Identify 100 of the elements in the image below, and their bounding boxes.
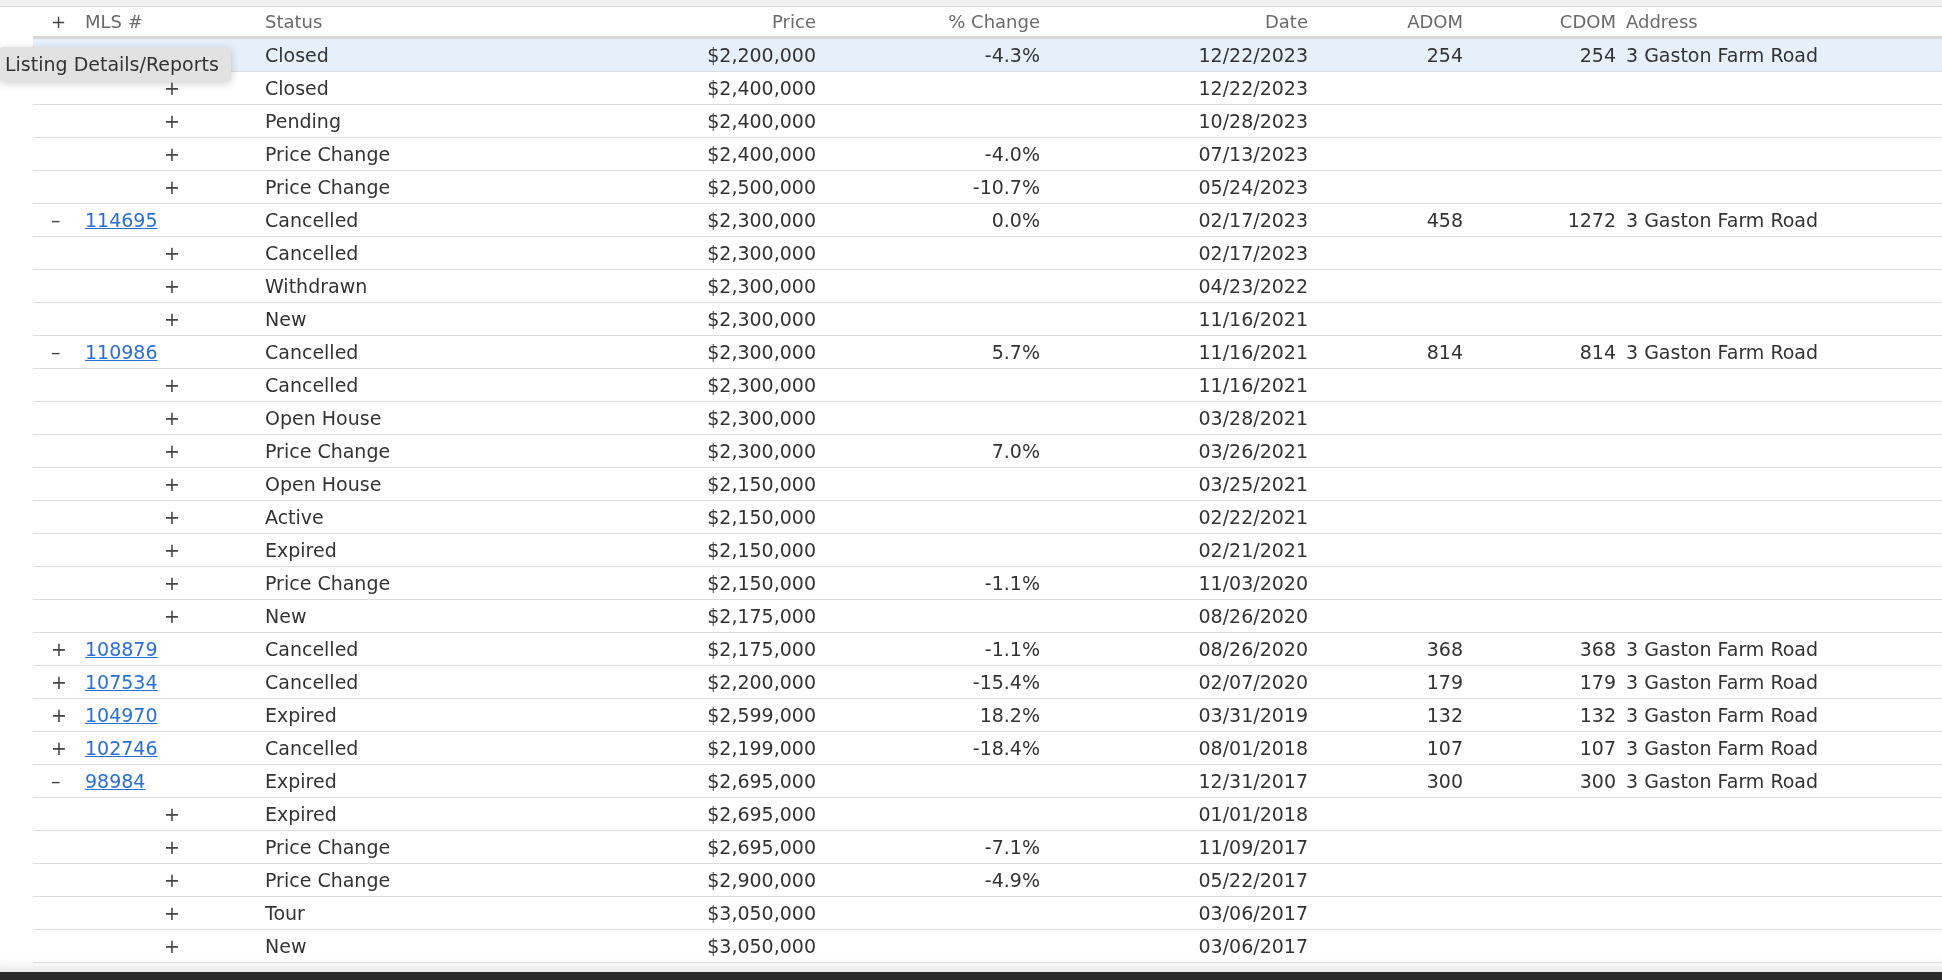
mls-link[interactable]: 110986 (85, 341, 158, 363)
listing-row[interactable]: + 104970 Expired $2,599,000 18.2% 03/31/2019 132 132 3 Gaston Farm Road (33, 699, 1942, 732)
history-row[interactable]: + Pending $2,400,000 10/28/2023 (33, 105, 1942, 138)
adom-header[interactable]: ADOM (1407, 11, 1463, 32)
history-row[interactable]: + Cancelled $2,300,000 02/17/2023 (33, 237, 1942, 270)
change-header[interactable]: % Change (948, 11, 1040, 32)
date-header[interactable]: Date (1264, 11, 1308, 32)
status-cell: Cancelled (265, 638, 359, 660)
expand-toggle[interactable]: + (164, 407, 180, 429)
status-cell: Cancelled (265, 242, 359, 264)
history-row[interactable]: + New $3,050,000 03/06/2017 (33, 930, 1942, 963)
status-cell: Cancelled (265, 737, 359, 759)
expand-toggle[interactable]: + (164, 869, 180, 891)
date-cell: 11/03/2020 (1198, 572, 1308, 594)
history-row[interactable]: + Price Change $2,500,000 -10.7% 05/24/2023 (33, 171, 1942, 204)
expand-toggle[interactable]: + (164, 572, 180, 594)
listing-row[interactable]: – 110986 Cancelled $2,300,000 5.7% 11/16/2021 814 814 3 Gaston Farm Road (33, 336, 1942, 369)
expand-toggle[interactable]: – (51, 341, 61, 363)
price-cell: $2,300,000 (707, 242, 816, 264)
mls-header[interactable]: MLS # (85, 11, 143, 32)
expand-toggle[interactable]: + (164, 176, 180, 198)
history-row[interactable]: + Price Change $2,900,000 -4.9% 05/22/2017 (33, 864, 1942, 897)
expand-toggle[interactable]: + (164, 440, 180, 462)
date-cell: 12/31/2017 (1198, 770, 1308, 792)
expand-toggle[interactable]: + (164, 242, 180, 264)
date-cell: 11/16/2021 (1198, 308, 1308, 330)
history-row[interactable]: + Price Change $2,400,000 -4.0% 07/13/2023 (33, 138, 1942, 171)
history-row[interactable]: + Cancelled $2,300,000 11/16/2021 (33, 369, 1942, 402)
status-header[interactable]: Status (265, 11, 323, 32)
address-cell-text: 3 Gaston Farm Road (1625, 209, 1819, 231)
mls-link[interactable]: 114695 (85, 209, 158, 231)
history-row[interactable]: + New $2,300,000 11/16/2021 (33, 303, 1942, 336)
history-row[interactable]: + Expired $2,695,000 01/01/2018 (33, 798, 1942, 831)
price-cell: $2,300,000 (707, 209, 816, 231)
status-cell: Tour (265, 902, 305, 924)
price-cell: $2,300,000 (707, 440, 816, 462)
date-cell: 03/26/2021 (1198, 440, 1308, 462)
mls-link[interactable]: 104970 (85, 704, 158, 726)
expand-toggle[interactable]: + (164, 836, 180, 858)
cdom-header[interactable]: CDOM (1559, 11, 1616, 32)
mls-link[interactable]: 107534 (85, 671, 158, 693)
address-cell-text: 3 Gaston Farm Road (1625, 638, 1819, 660)
expand-toggle[interactable]: + (164, 803, 180, 825)
expand-toggle[interactable]: + (164, 902, 180, 924)
expand-toggle[interactable]: + (164, 110, 180, 132)
change-cell: 7.0% (991, 440, 1040, 462)
history-row[interactable]: + Open House $2,300,000 03/28/2021 (33, 402, 1942, 435)
expand-toggle[interactable]: + (51, 704, 67, 726)
history-row[interactable]: + Price Change $2,695,000 -7.1% 11/09/2017 (33, 831, 1942, 864)
history-row[interactable]: + Price Change $2,300,000 7.0% 03/26/2021 (33, 435, 1942, 468)
mls-link[interactable]: 108879 (85, 638, 158, 660)
history-row[interactable]: + Price Change $2,150,000 -1.1% 11/03/2020 (33, 567, 1942, 600)
history-row[interactable]: + Active $2,150,000 02/22/2021 (33, 501, 1942, 534)
listing-row[interactable]: + 102746 Cancelled $2,199,000 -18.4% 08/01/2018 107 107 3 Gaston Farm Road (33, 732, 1942, 765)
expand-toggle[interactable]: + (164, 374, 180, 396)
expand-toggle[interactable]: + (164, 935, 180, 957)
cdom-cell: 107 (1579, 737, 1616, 759)
history-row[interactable]: + Tour $3,050,000 03/06/2017 (33, 897, 1942, 930)
adom-cell: 132 (1426, 704, 1463, 726)
change-cell: -4.3% (984, 44, 1040, 66)
mls-link[interactable]: 102746 (85, 737, 158, 759)
price-cell: $3,050,000 (707, 935, 816, 957)
status-cell: Closed (265, 77, 329, 99)
price-cell: $3,050,000 (707, 902, 816, 924)
expand-toggle[interactable]: + (51, 671, 67, 693)
expand-toggle[interactable]: + (164, 539, 180, 561)
expand-toggle[interactable]: – (51, 770, 61, 792)
change-cell: -4.9% (984, 869, 1040, 891)
history-row[interactable]: + Withdrawn $2,300,000 04/23/2022 (33, 270, 1942, 303)
history-row[interactable]: + New $2,175,000 08/26/2020 (33, 600, 1942, 633)
price-cell: $2,599,000 (707, 704, 816, 726)
change-cell: -10.7% (972, 176, 1040, 198)
expand-toggle[interactable]: + (164, 506, 180, 528)
listing-row[interactable]: + 107534 Cancelled $2,200,000 -15.4% 02/07/2020 179 179 3 Gaston Farm Road (33, 666, 1942, 699)
date-cell: 10/28/2023 (1198, 110, 1308, 132)
expand-toggle[interactable]: + (51, 737, 67, 759)
history-row[interactable]: + Open House $2,150,000 03/25/2021 (33, 468, 1942, 501)
expand-toggle[interactable]: + (164, 473, 180, 495)
expand-toggle[interactable]: + (164, 308, 180, 330)
adom-cell: 107 (1426, 737, 1463, 759)
date-cell: 07/13/2023 (1198, 143, 1308, 165)
expand-toggle[interactable]: + (164, 143, 180, 165)
status-cell: Expired (265, 704, 337, 726)
listing-row[interactable]: + 108879 Cancelled $2,175,000 -1.1% 08/26/2020 368 368 3 Gaston Farm Road (33, 633, 1942, 666)
address-header[interactable]: Address (1616, 11, 1698, 32)
status-cell: Open House (265, 407, 382, 429)
price-header[interactable]: Price (772, 11, 816, 32)
expand-all-toggle[interactable]: + (51, 11, 67, 32)
change-cell: -1.1% (984, 638, 1040, 660)
expand-toggle[interactable]: – (51, 209, 61, 231)
date-cell: 01/01/2018 (1198, 803, 1308, 825)
expand-toggle[interactable]: + (164, 275, 180, 297)
price-cell: $2,150,000 (707, 473, 816, 495)
expand-toggle[interactable]: + (164, 605, 180, 627)
date-cell: 04/23/2022 (1198, 275, 1308, 297)
mls-link[interactable]: 98984 (85, 770, 146, 792)
listing-row[interactable]: – 114695 Cancelled $2,300,000 0.0% 02/17/2023 458 1272 3 Gaston Farm Road (33, 204, 1942, 237)
expand-toggle[interactable]: + (51, 638, 67, 660)
history-row[interactable]: + Expired $2,150,000 02/21/2021 (33, 534, 1942, 567)
listing-row[interactable]: – 98984 Expired $2,695,000 12/31/2017 300 300 3 Gaston Farm Road (33, 765, 1942, 798)
